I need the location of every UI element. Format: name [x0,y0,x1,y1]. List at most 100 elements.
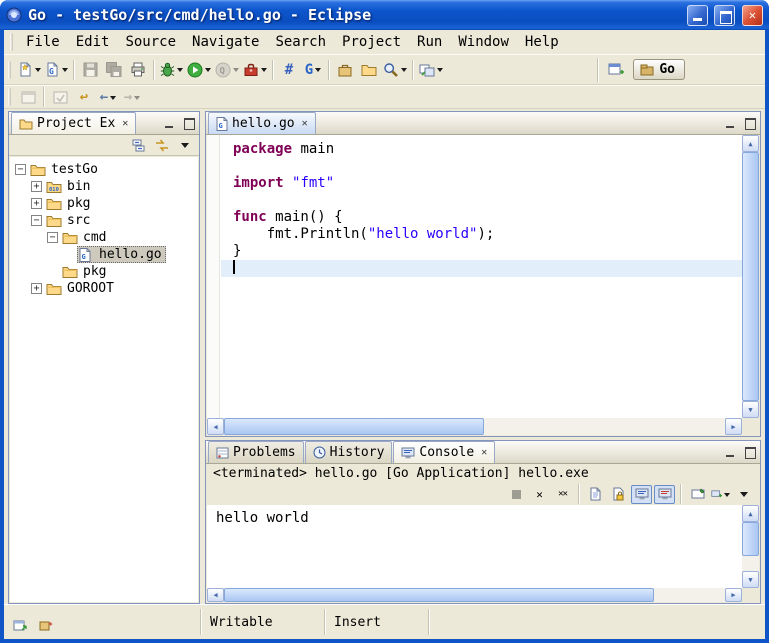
link-with-editor-button[interactable] [152,137,171,154]
scrollbar-thumb[interactable] [742,522,759,556]
search-button[interactable] [381,58,409,82]
open-jar-button[interactable] [333,58,357,82]
open-folder-button[interactable] [357,58,381,82]
tab-history[interactable]: History [305,441,393,463]
external-tools-button[interactable] [241,58,269,82]
minimize-button[interactable] [687,5,708,26]
open-console-button[interactable] [710,485,731,504]
code-line-2[interactable] [221,158,742,175]
close-console-icon[interactable]: ✕ [481,447,487,458]
tree-item-content[interactable]: src [45,212,94,229]
menu-navigate[interactable]: Navigate [184,32,267,52]
tree-expander-icon[interactable]: − [31,215,42,226]
code-line-4[interactable] [221,192,742,209]
menu-source[interactable]: Source [117,32,184,52]
tree-item-content[interactable]: testGo [29,161,102,178]
maximize-editor-button[interactable] [742,116,757,130]
debug-button[interactable] [158,58,185,82]
minimize-editor-button[interactable] [723,116,738,130]
maximize-console-button[interactable] [742,445,757,459]
tree-item-pkg[interactable]: pkg [10,263,198,280]
next-annotation-button[interactable] [48,87,72,107]
code-line-6[interactable]: fmt.Println("hello world"); [221,226,742,243]
title-bar[interactable]: Go - testGo/src/cmd/hello.go - Eclipse ✕ [0,0,769,30]
tree-expander-icon[interactable]: + [31,283,42,294]
close-button[interactable]: ✕ [742,5,763,26]
tree-item-bin[interactable]: +010bin [10,178,198,195]
code-line-5[interactable]: func main() { [221,209,742,226]
menu-project[interactable]: Project [334,32,409,52]
save-all-button[interactable] [102,58,126,82]
console-vertical-scrollbar[interactable]: ▲ ▼ [742,505,759,588]
code-line-1[interactable]: package main [221,141,742,158]
scroll-down-icon[interactable]: ▼ [742,401,759,418]
show-stderr-button[interactable] [654,485,675,504]
close-editor-icon[interactable]: ✕ [302,118,308,129]
tree-item-content[interactable]: Ghello.go [77,246,166,263]
maximize-button[interactable] [714,5,735,26]
tree-item-src[interactable]: −src [10,212,198,229]
back-button[interactable]: ← [96,87,120,107]
tab-console[interactable]: Console ✕ [393,441,495,463]
menu-edit[interactable]: Edit [68,32,118,52]
menu-search[interactable]: Search [267,32,334,52]
collapse-all-button[interactable] [129,137,148,154]
pin-editor-button[interactable] [16,87,40,107]
menu-run[interactable]: Run [409,32,450,52]
tree-expander-icon[interactable]: − [15,164,26,175]
scroll-right-icon[interactable]: ▶ [725,418,742,435]
go-launch-button[interactable]: * [37,617,56,634]
code-line-7[interactable]: } [221,243,742,260]
tree-item-content[interactable]: cmd [61,229,110,246]
code-area[interactable]: package main import "fmt" func main() { fm… [221,135,742,418]
toolbar-grip[interactable] [8,88,11,106]
tree-item-content[interactable]: 010bin [45,178,94,195]
scroll-up-icon[interactable]: ▲ [742,135,759,152]
tree-expander-icon[interactable]: + [31,181,42,192]
profile-button[interactable]: Q [213,58,241,82]
scroll-lock-button[interactable] [608,485,629,504]
save-button[interactable] [78,58,102,82]
minimize-console-button[interactable] [723,445,738,459]
console-view-menu-button[interactable] [733,485,754,504]
close-view-icon[interactable]: ✕ [122,118,128,129]
console-output[interactable]: hello world ▲ ▼ ◀ ▶ [207,505,759,602]
new-go-file-button[interactable]: G [301,58,325,82]
new-go-wizard-button[interactable]: G [43,58,70,82]
tree-item-testgo[interactable]: −testGo [10,161,198,178]
clear-console-button[interactable] [585,485,606,504]
code-line-3[interactable]: import "fmt" [221,175,742,192]
print-button[interactable] [126,58,150,82]
team-sync-button[interactable] [417,58,445,82]
run-button[interactable] [185,58,213,82]
view-menu-button[interactable] [175,137,194,154]
terminate-button[interactable] [506,485,527,504]
tree-item-cmd[interactable]: −cmd [10,229,198,246]
remove-all-launches-button[interactable]: ✕✕ [552,485,573,504]
menu-help[interactable]: Help [517,32,567,52]
editor-vertical-ruler[interactable] [207,135,220,418]
menubar-grip[interactable] [10,33,13,51]
scrollbar-thumb[interactable] [742,152,759,401]
tree-item-pkg[interactable]: +pkg [10,195,198,212]
editor-vertical-scrollbar[interactable]: ▲ ▼ [742,135,759,418]
remove-launch-button[interactable]: ✕ [529,485,550,504]
perspective-go-button[interactable]: Go [633,59,685,80]
tree-item-hello-go[interactable]: Ghello.go [10,246,198,263]
code-line-8[interactable] [221,260,742,277]
scroll-left-icon[interactable]: ◀ [207,418,224,435]
show-stdout-button[interactable] [631,485,652,504]
tree-item-content[interactable]: pkg [61,263,110,280]
tree-item-content[interactable]: GOROOT [45,280,118,297]
scroll-right-icon[interactable]: ▶ [725,588,742,602]
new-go-package-button[interactable]: # [277,58,301,82]
tab-project-explorer[interactable]: Project Ex ✕ [11,112,136,134]
tree-expander-icon[interactable]: − [47,232,58,243]
scroll-up-icon[interactable]: ▲ [742,505,759,522]
scroll-left-icon[interactable]: ◀ [207,588,224,602]
fast-view-button[interactable] [11,617,30,634]
forward-button[interactable]: → [120,87,144,107]
maximize-view-button[interactable] [181,116,196,130]
console-horizontal-scrollbar[interactable]: ◀ ▶ [207,588,742,602]
tab-hello-go[interactable]: G hello.go ✕ [208,112,316,134]
